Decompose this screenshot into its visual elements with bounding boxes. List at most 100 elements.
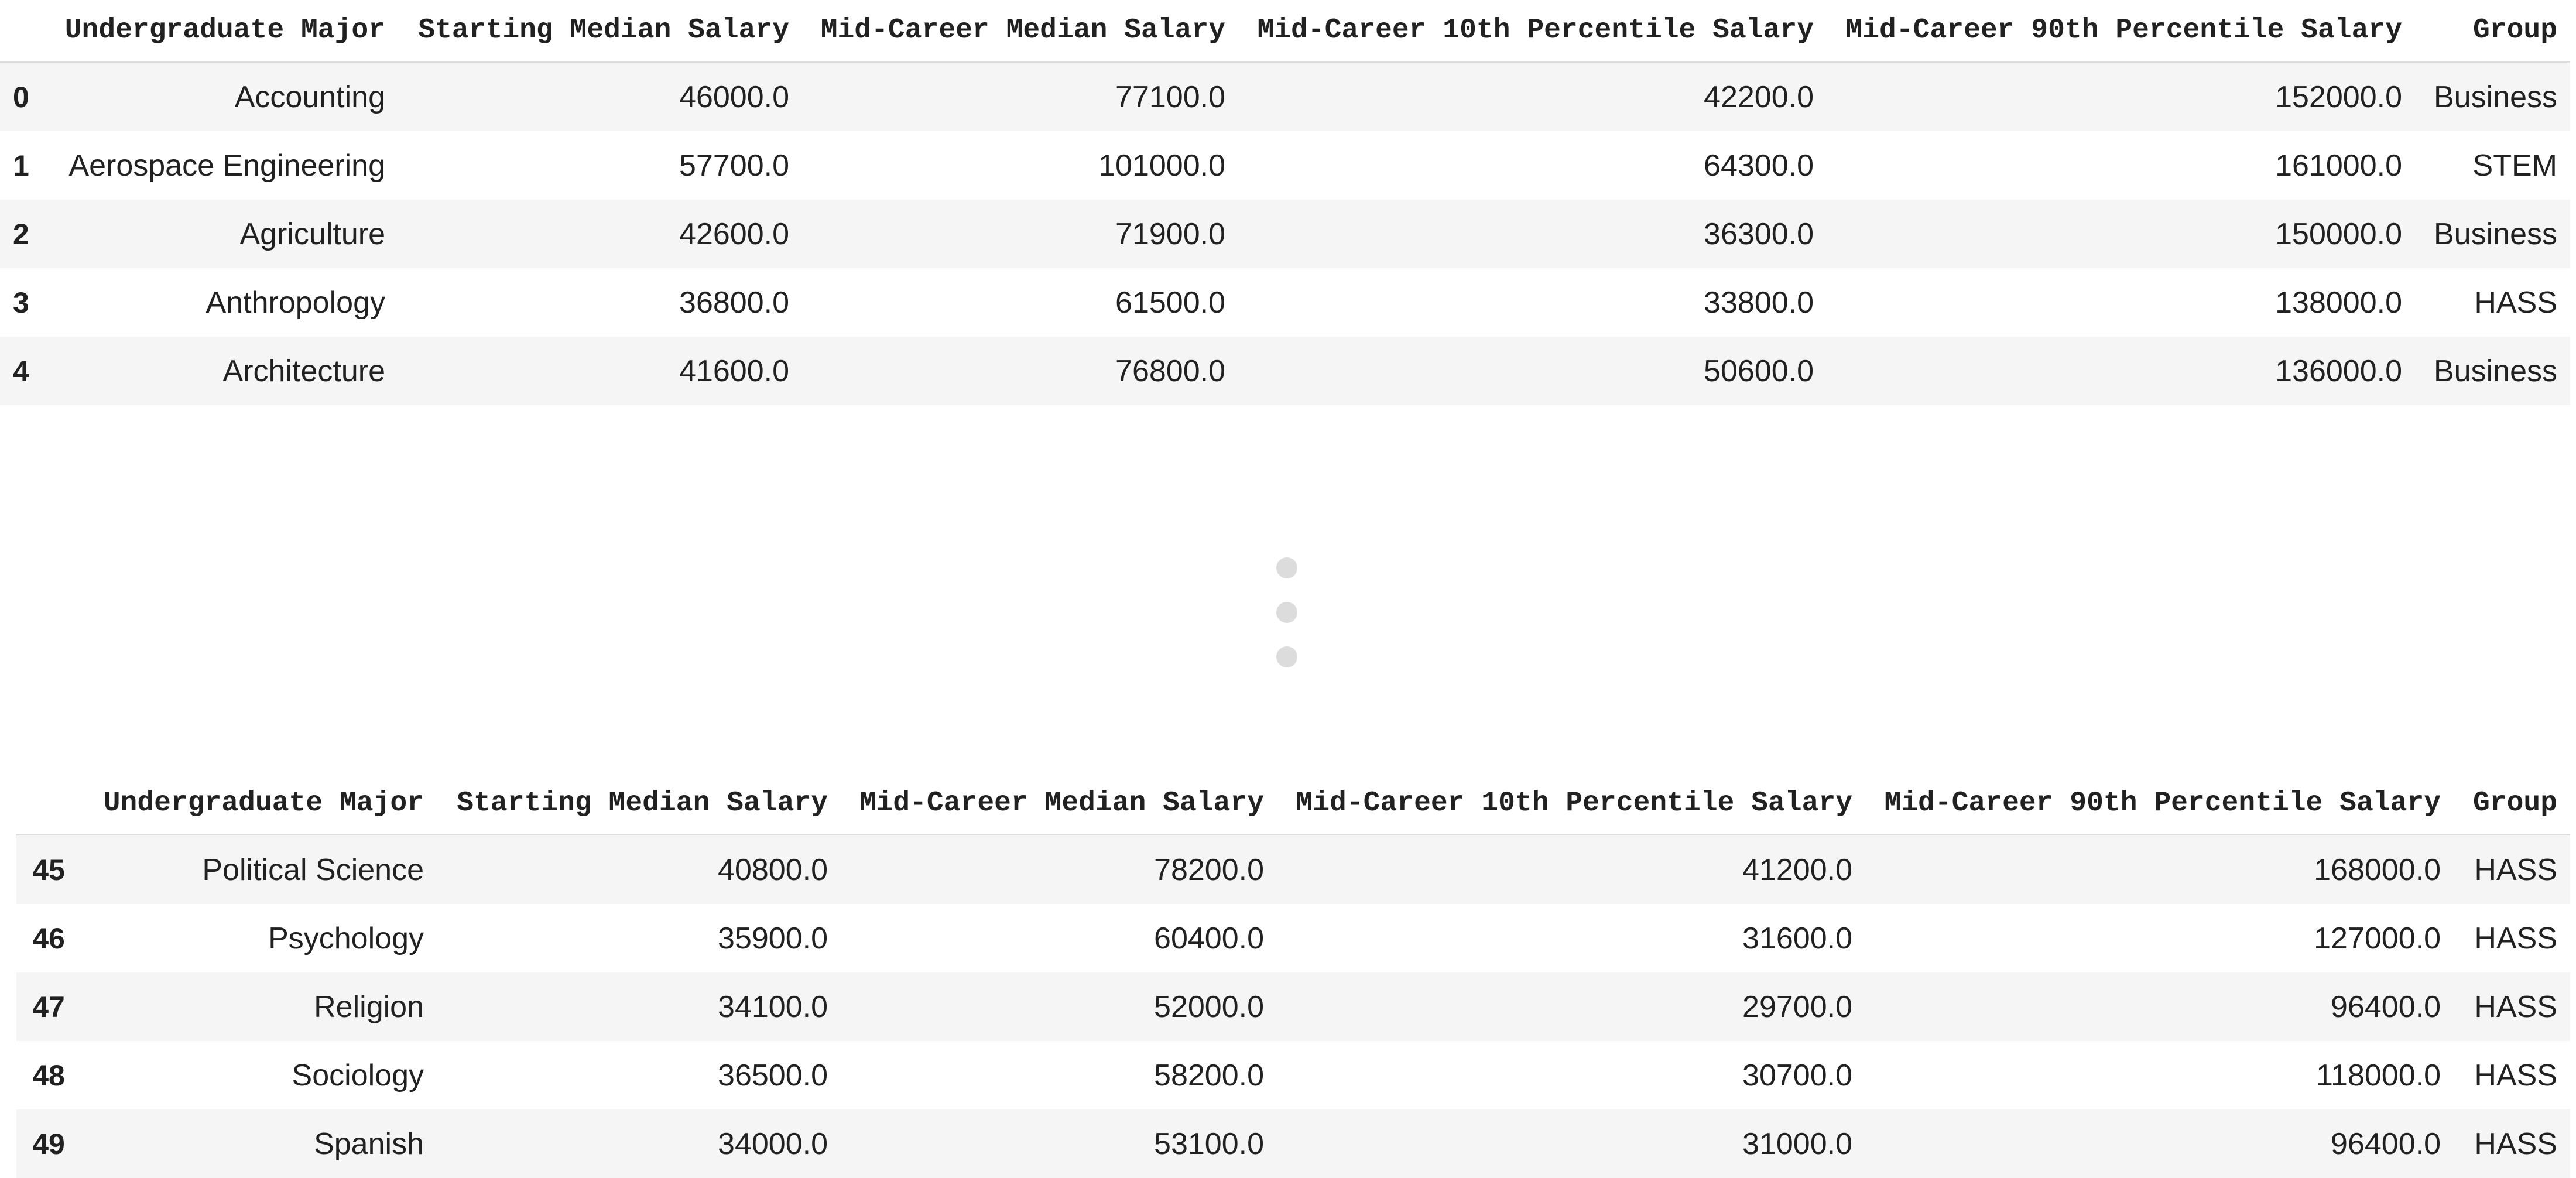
header-row: Undergraduate Major Starting Median Sala… xyxy=(16,773,2570,835)
cell-starting-median: 36800.0 xyxy=(679,285,789,320)
column-header-mid-career-median-salary: Mid-Career Median Salary xyxy=(841,773,1277,835)
column-header-mid-career-10th-percentile-salary: Mid-Career 10th Percentile Salary xyxy=(1277,773,1865,835)
row-index: 0 xyxy=(13,80,29,114)
row-index: 49 xyxy=(32,1127,65,1160)
row-index: 1 xyxy=(13,149,29,182)
cell-group: HASS xyxy=(2474,989,2557,1024)
cell-mid-career-10th: 31600.0 xyxy=(1742,921,1852,956)
table-row: 49 Spanish 34000.0 53100.0 31000.0 96400… xyxy=(16,1109,2570,1178)
index-header xyxy=(0,0,47,63)
cell-mid-career-10th: 29700.0 xyxy=(1742,989,1852,1024)
cell-mid-career-median: 52000.0 xyxy=(1154,989,1264,1024)
cell-group: HASS xyxy=(2474,1126,2557,1161)
cell-mid-career-median: 58200.0 xyxy=(1154,1058,1264,1093)
column-header-mid-career-median-salary: Mid-Career Median Salary xyxy=(802,0,1238,63)
table-row: 1 Aerospace Engineering 57700.0 101000.0… xyxy=(0,131,2570,200)
cell-major: Sociology xyxy=(292,1058,424,1093)
cell-major: Agriculture xyxy=(239,217,385,251)
cell-group: STEM xyxy=(2472,148,2557,183)
cell-mid-career-10th: 42200.0 xyxy=(1704,80,1814,114)
table-row: 45 Political Science 40800.0 78200.0 412… xyxy=(16,834,2570,904)
cell-mid-career-10th: 30700.0 xyxy=(1742,1058,1852,1093)
table-row: 2 Agriculture 42600.0 71900.0 36300.0 15… xyxy=(0,200,2570,268)
cell-starting-median: 46000.0 xyxy=(679,80,789,114)
row-index: 46 xyxy=(32,922,65,955)
cell-mid-career-median: 61500.0 xyxy=(1115,285,1225,320)
cell-mid-career-median: 77100.0 xyxy=(1115,80,1225,114)
cell-starting-median: 57700.0 xyxy=(679,148,789,183)
cell-group: Business xyxy=(2434,354,2557,388)
cell-group: HASS xyxy=(2474,1058,2557,1093)
row-index: 4 xyxy=(13,354,29,388)
column-header-mid-career-90th-percentile-salary: Mid-Career 90th Percentile Salary xyxy=(1827,0,2415,63)
cell-mid-career-90th: 96400.0 xyxy=(2331,1126,2441,1161)
column-header-starting-median-salary: Starting Median Salary xyxy=(437,773,841,835)
cell-mid-career-10th: 33800.0 xyxy=(1704,285,1814,320)
cell-starting-median: 42600.0 xyxy=(679,217,789,251)
cell-group: HASS xyxy=(2474,852,2557,887)
ellipsis-dot xyxy=(1276,557,1297,578)
column-header-undergraduate-major: Undergraduate Major xyxy=(81,773,437,835)
column-header-mid-career-90th-percentile-salary: Mid-Career 90th Percentile Salary xyxy=(1865,773,2454,835)
cell-starting-median: 34100.0 xyxy=(718,989,828,1024)
ellipsis-dot xyxy=(1276,602,1297,623)
cell-mid-career-10th: 31000.0 xyxy=(1742,1126,1852,1161)
table-row: 48 Sociology 36500.0 58200.0 30700.0 118… xyxy=(16,1041,2570,1109)
row-index: 2 xyxy=(13,217,29,251)
table-row: 3 Anthropology 36800.0 61500.0 33800.0 1… xyxy=(0,268,2570,337)
column-header-group: Group xyxy=(2454,773,2570,835)
dataframe-head-table: Undergraduate Major Starting Median Sala… xyxy=(0,0,2570,405)
cell-major: Religion xyxy=(314,989,424,1024)
cell-starting-median: 36500.0 xyxy=(718,1058,828,1093)
dataframe-tail-table: Undergraduate Major Starting Median Sala… xyxy=(16,773,2570,1178)
cell-group: Business xyxy=(2434,217,2557,251)
cell-major: Spanish xyxy=(314,1126,424,1161)
ellipsis-dot xyxy=(1276,646,1297,667)
cell-mid-career-10th: 36300.0 xyxy=(1704,217,1814,251)
cell-group: Business xyxy=(2434,80,2557,114)
table-row: 0 Accounting 46000.0 77100.0 42200.0 152… xyxy=(0,61,2570,131)
cell-major: Political Science xyxy=(202,852,424,887)
row-index: 45 xyxy=(32,853,65,886)
cell-mid-career-90th: 127000.0 xyxy=(2314,921,2441,956)
table-row: 47 Religion 34100.0 52000.0 29700.0 9640… xyxy=(16,972,2570,1041)
cell-mid-career-90th: 161000.0 xyxy=(2275,148,2402,183)
row-index: 47 xyxy=(32,990,65,1023)
cell-mid-career-median: 71900.0 xyxy=(1115,217,1225,251)
column-header-mid-career-10th-percentile-salary: Mid-Career 10th Percentile Salary xyxy=(1238,0,1827,63)
cell-mid-career-90th: 138000.0 xyxy=(2275,285,2402,320)
cell-mid-career-90th: 152000.0 xyxy=(2275,80,2402,114)
cell-mid-career-90th: 150000.0 xyxy=(2275,217,2402,251)
cell-mid-career-90th: 168000.0 xyxy=(2314,852,2441,887)
cell-mid-career-median: 76800.0 xyxy=(1115,354,1225,388)
cell-starting-median: 41600.0 xyxy=(679,354,789,388)
cell-major: Accounting xyxy=(234,80,385,114)
cell-starting-median: 35900.0 xyxy=(718,921,828,956)
cell-mid-career-median: 60400.0 xyxy=(1154,921,1264,956)
index-header xyxy=(16,773,81,835)
row-index: 48 xyxy=(32,1059,65,1092)
cell-major: Aerospace Engineering xyxy=(68,148,385,183)
cell-group: HASS xyxy=(2474,285,2557,320)
cell-mid-career-median: 53100.0 xyxy=(1154,1126,1264,1161)
cell-group: HASS xyxy=(2474,921,2557,956)
cell-mid-career-median: 78200.0 xyxy=(1154,852,1264,887)
column-header-starting-median-salary: Starting Median Salary xyxy=(398,0,802,63)
cell-major: Architecture xyxy=(222,354,385,388)
cell-mid-career-10th: 64300.0 xyxy=(1704,148,1814,183)
cell-mid-career-10th: 50600.0 xyxy=(1704,354,1814,388)
cell-mid-career-90th: 136000.0 xyxy=(2275,354,2402,388)
cell-starting-median: 34000.0 xyxy=(718,1126,828,1161)
row-index: 3 xyxy=(13,286,29,319)
cell-major: Psychology xyxy=(268,921,424,956)
header-row: Undergraduate Major Starting Median Sala… xyxy=(0,0,2570,63)
cell-major: Anthropology xyxy=(205,285,385,320)
cell-mid-career-90th: 96400.0 xyxy=(2331,989,2441,1024)
column-header-undergraduate-major: Undergraduate Major xyxy=(47,0,398,63)
table-row: 46 Psychology 35900.0 60400.0 31600.0 12… xyxy=(16,904,2570,972)
column-header-group: Group xyxy=(2415,0,2570,63)
cell-mid-career-10th: 41200.0 xyxy=(1742,852,1852,887)
cell-mid-career-90th: 118000.0 xyxy=(2315,1058,2441,1093)
table-row: 4 Architecture 41600.0 76800.0 50600.0 1… xyxy=(0,337,2570,405)
vertical-ellipsis-icon xyxy=(1275,556,1299,673)
